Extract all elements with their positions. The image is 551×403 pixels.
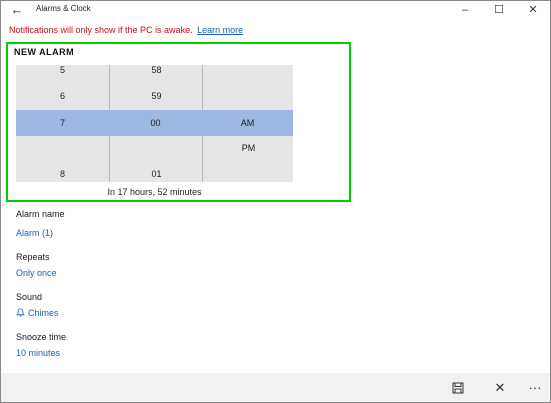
back-button[interactable]: ← (9, 2, 25, 18)
selected-minute[interactable]: 00 (109, 110, 202, 136)
alarm-countdown: In 17 hours, 52 minutes (107, 187, 202, 197)
title-bar: ← Alarms & Clock – ☐ ✕ (1, 1, 550, 20)
selected-period[interactable]: AM (202, 110, 293, 136)
repeats-selector[interactable]: Only once (16, 268, 57, 278)
learn-more-link[interactable]: Learn more (197, 25, 243, 35)
hour-option[interactable]: 5 (16, 65, 109, 83)
save-icon (452, 382, 464, 394)
alarm-name-label: Alarm name (16, 209, 65, 219)
sound-value: Chimes (28, 308, 59, 318)
alarm-name-field[interactable]: Alarm (1) (16, 228, 53, 238)
save-button[interactable] (447, 378, 469, 398)
period-option[interactable]: PM (203, 135, 293, 161)
minute-option[interactable]: 01 (110, 161, 203, 182)
minute-option[interactable]: 58 (110, 65, 203, 83)
selected-hour[interactable]: 7 (16, 110, 109, 136)
back-arrow-icon: ← (10, 2, 24, 17)
minute-option[interactable]: 59 (110, 83, 203, 109)
minimize-button[interactable]: – (451, 2, 479, 18)
snooze-selector[interactable]: 10 minutes (16, 348, 60, 358)
cancel-icon: ✕ (494, 380, 506, 395)
command-bar: ✕ ··· (1, 373, 550, 402)
close-icon: ✕ (528, 4, 538, 16)
cancel-button[interactable]: ✕ (489, 378, 511, 398)
awake-notice: Notifications will only show if the PC i… (9, 25, 243, 35)
new-alarm-heading: NEW ALARM (14, 47, 75, 57)
minimize-icon: – (461, 4, 469, 16)
window-title: Alarms & Clock (36, 4, 91, 13)
more-button[interactable]: ··· (524, 378, 546, 398)
sound-selector[interactable]: Chimes (16, 308, 59, 318)
notice-text: Notifications will only show if the PC i… (9, 25, 193, 35)
close-button[interactable]: ✕ (519, 2, 547, 18)
selected-time-row[interactable]: 7 00 AM (16, 110, 293, 136)
more-icon: ··· (528, 380, 542, 395)
sound-label: Sound (16, 292, 43, 302)
snooze-label: Snooze time (16, 332, 67, 342)
bell-icon (16, 308, 25, 317)
maximize-button[interactable]: ☐ (485, 2, 513, 18)
app-window: ← Alarms & Clock – ☐ ✕ Notifications wil… (0, 0, 551, 403)
hour-option[interactable]: 6 (16, 83, 109, 109)
hour-option[interactable]: 8 (16, 161, 109, 182)
maximize-icon: ☐ (494, 4, 504, 16)
repeats-label: Repeats (16, 252, 50, 262)
